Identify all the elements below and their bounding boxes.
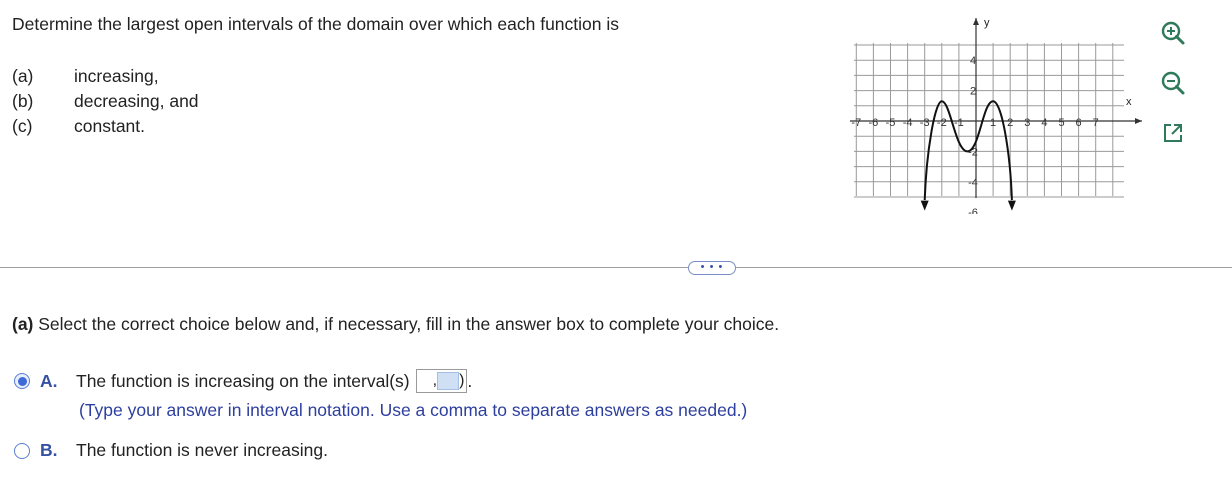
part-a-instruction: Select the correct choice below and, if … <box>33 314 780 334</box>
part-letter: (b) <box>12 91 34 111</box>
part-item: (a) increasing, <box>12 64 199 89</box>
zoom-out-button[interactable] <box>1156 66 1190 100</box>
choice-b[interactable]: B. The function is never increasing. <box>14 440 328 461</box>
choice-a-text: The function is increasing on the interv… <box>76 370 410 391</box>
answer-close-paren: ) <box>459 372 465 389</box>
expand-more-button[interactable]: • • • <box>688 261 736 275</box>
external-link-icon <box>1164 124 1182 142</box>
y-tick-label: -6 <box>968 207 978 214</box>
part-item: (c) constant. <box>12 114 199 139</box>
x-tick-label: 1 <box>990 117 996 129</box>
x-tick-label: -3 <box>920 117 930 129</box>
x-tick-label: 2 <box>1007 117 1013 129</box>
choice-b-letter: B. <box>40 440 58 460</box>
choice-a-letter: A. <box>40 370 58 391</box>
part-a-prompt: (a) Select the correct choice below and,… <box>12 314 779 335</box>
x-tick-label: 5 <box>1058 117 1064 129</box>
zoom-out-icon <box>1161 71 1185 95</box>
answer-hint: (Type your answer in interval notation. … <box>79 400 748 420</box>
x-tick-label: -1 <box>954 117 964 129</box>
x-tick-label: 6 <box>1076 117 1082 129</box>
answer-trailing-period: . <box>467 370 473 391</box>
y-tick-label: 4 <box>970 55 976 67</box>
x-tick-label: -6 <box>869 117 879 129</box>
section-divider <box>0 267 1232 268</box>
part-text: increasing, <box>74 66 159 86</box>
zoom-in-icon <box>1161 21 1185 45</box>
interval-answer-box[interactable]: , ) <box>415 369 468 393</box>
function-graph: xy -7 -6 -5 -4 -3 -2 -1 1 2 3 4 5 6 742-2-4-6 <box>850 17 1142 214</box>
x-tick-label: 3 <box>1024 117 1030 129</box>
question-parts: (a) increasing, (b) decreasing, and (c) … <box>12 64 199 139</box>
x-tick-label: -5 <box>886 117 896 129</box>
graph-axes: xy <box>850 17 1142 198</box>
part-item: (b) decreasing, and <box>12 89 199 114</box>
curve-arrow-right <box>1007 200 1016 211</box>
part-letter: (a) <box>12 66 34 86</box>
choice-a-radio[interactable] <box>14 373 30 389</box>
choice-b-radio[interactable] <box>14 442 30 459</box>
answer-slot-left[interactable] <box>419 372 433 390</box>
y-tick-label: 2 <box>970 86 976 98</box>
part-a-label: (a) <box>12 314 34 334</box>
choice-b-text: The function is never increasing. <box>76 440 328 460</box>
y-axis-label: y <box>984 17 990 29</box>
x-axis-arrow <box>1135 118 1142 124</box>
x-tick-label: -7 <box>851 117 861 129</box>
x-tick-label: 7 <box>1093 117 1099 129</box>
part-letter: (c) <box>12 116 33 136</box>
curve-arrow-left <box>920 200 929 211</box>
open-external-button[interactable] <box>1156 116 1190 150</box>
part-text: decreasing, and <box>74 91 199 111</box>
part-text: constant. <box>74 116 146 136</box>
choice-a[interactable]: A. The function is increasing on the int… <box>14 369 472 393</box>
question-text: Determine the largest open intervals of … <box>12 14 619 34</box>
answer-slot-right[interactable] <box>437 372 460 390</box>
x-axis-label: x <box>1126 96 1132 108</box>
x-tick-label: -2 <box>937 117 947 129</box>
x-tick-label: 4 <box>1041 117 1047 129</box>
x-tick-label: -4 <box>903 117 913 129</box>
y-axis-arrow <box>973 18 979 25</box>
y-tick-label: -4 <box>968 177 978 189</box>
zoom-in-button[interactable] <box>1156 16 1190 50</box>
